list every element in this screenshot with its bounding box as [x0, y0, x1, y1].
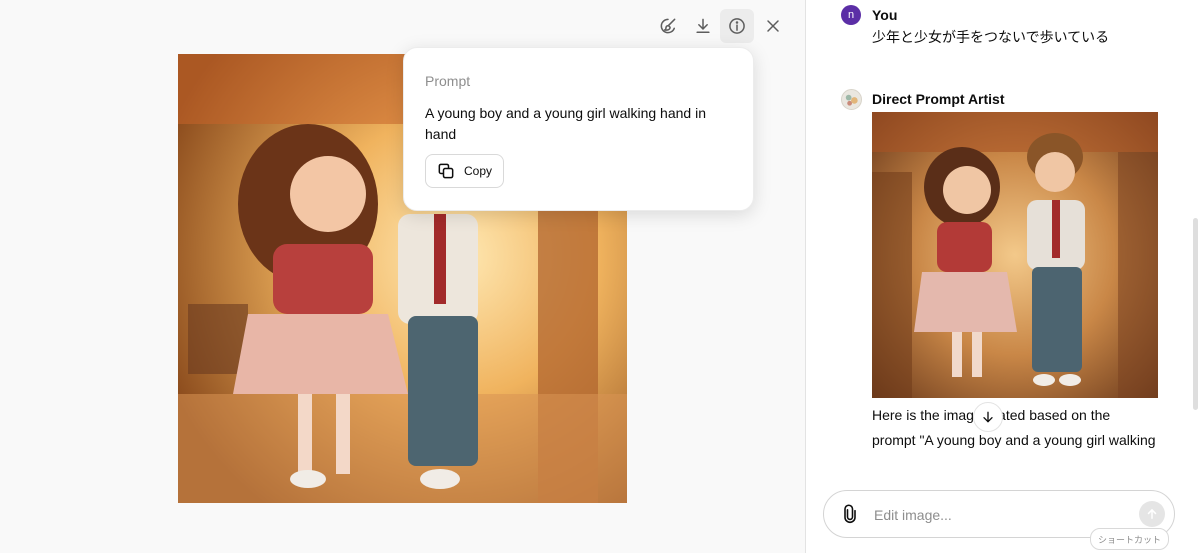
- prompt-text: A young boy and a young girl walking han…: [425, 105, 706, 142]
- reply-line-1: Here is the imag nerated based on the: [872, 407, 1111, 423]
- assistant-reply: Here is the imag nerated based on the pr…: [872, 403, 1172, 453]
- scrollbar-thumb[interactable]: [1193, 218, 1198, 410]
- close-icon[interactable]: [756, 9, 790, 43]
- paperclip-icon[interactable]: [840, 504, 860, 524]
- user-message: 少年と少女が手をつないで歩いている: [872, 29, 1110, 45]
- arrow-up-icon: [1147, 509, 1157, 519]
- edit-image-input[interactable]: [872, 491, 1126, 539]
- assistant-name: Direct Prompt Artist: [872, 91, 1005, 107]
- arrow-down-icon: [983, 411, 993, 423]
- edit-brush-icon[interactable]: [651, 9, 685, 43]
- reply-line-2: prompt "A young boy and a young girl wal…: [872, 432, 1156, 448]
- shortcut-badge[interactable]: ショートカット: [1090, 528, 1170, 550]
- prompt-popover: Prompt A young boy and a young girl walk…: [403, 47, 754, 211]
- send-button[interactable]: [1139, 501, 1165, 527]
- scroll-to-bottom-button[interactable]: [973, 402, 1003, 432]
- copy-label: Copy: [464, 164, 493, 178]
- info-icon[interactable]: [720, 9, 754, 43]
- prompt-label: Prompt: [425, 73, 471, 89]
- download-icon[interactable]: [686, 9, 720, 43]
- user-name: You: [872, 7, 898, 23]
- copy-icon: [438, 163, 454, 179]
- copy-button[interactable]: Copy: [425, 154, 505, 188]
- assistant-avatar: [841, 89, 862, 110]
- image-viewer: Prompt A young boy and a young girl walk…: [0, 0, 805, 553]
- generated-image-thumbnail[interactable]: [872, 112, 1158, 398]
- user-avatar: n: [841, 5, 861, 25]
- chat-panel: n You 少年と少女が手をつないで歩いている Direct Prompt Ar…: [806, 0, 1200, 553]
